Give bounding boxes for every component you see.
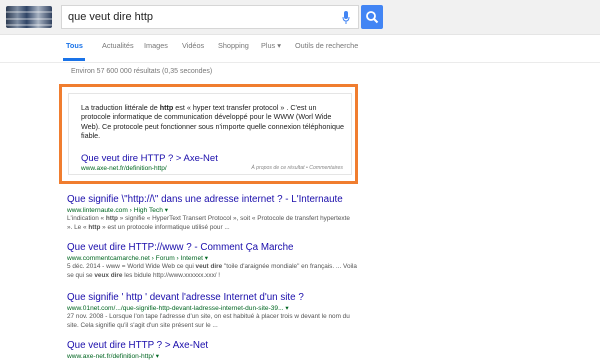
tab-news[interactable]: Actualités xyxy=(102,41,134,50)
search-tabs: Tous Actualités Images Vidéos Shopping P… xyxy=(0,34,600,63)
result-stats: Environ 57 600 000 résultats (0,35 secon… xyxy=(71,68,213,75)
result-title-link[interactable]: Que veut dire HTTP://www ? - Comment Ça … xyxy=(67,242,367,254)
result-url[interactable]: www.01net.com/.../que-signifie-http-deva… xyxy=(67,304,367,313)
active-tab-indicator xyxy=(63,58,85,61)
tab-images[interactable]: Images xyxy=(144,41,168,50)
tab-search-tools[interactable]: Outils de recherche xyxy=(295,41,358,50)
result-title-link[interactable]: Que signifie \"http://\" dans une adress… xyxy=(67,194,367,206)
tab-more[interactable]: Plus ▾ xyxy=(261,41,281,50)
tab-videos[interactable]: Vidéos xyxy=(182,41,204,50)
search-result: Que veut dire HTTP ? > Axe-Net www.axe-n… xyxy=(67,340,367,361)
microphone-icon[interactable] xyxy=(342,11,350,25)
result-url[interactable]: www.linternaute.com › High Tech ▾ xyxy=(67,206,367,215)
featured-snippet-text: La traduction littérale de http est « hy… xyxy=(81,103,344,141)
featured-snippet-url: www.axe-net.fr/definition-http/ xyxy=(81,165,167,172)
featured-snippet-footer[interactable]: À propos de ce résultat • Commentaires xyxy=(251,165,343,171)
result-title-link[interactable]: Que veut dire HTTP ? > Axe-Net xyxy=(67,340,367,352)
featured-snippet: La traduction littérale de http est « hy… xyxy=(68,93,352,175)
result-title-link[interactable]: Que signifie ' http ' devant l'adresse I… xyxy=(67,292,367,304)
result-description: 27 nov. 2008 - Lorsque l'on tape l'adres… xyxy=(67,313,350,329)
result-url[interactable]: www.commentcamarche.net › Forum › Intern… xyxy=(67,254,367,263)
featured-snippet-link[interactable]: Que veut dire HTTP ? > Axe-Net xyxy=(81,153,218,164)
result-description: L'indication « http » signifie « HyperTe… xyxy=(67,215,350,231)
result-description: 5 déc. 2014 - www = World Wide Web ce qu… xyxy=(67,263,357,279)
top-bar xyxy=(0,0,600,35)
search-result: Que veut dire HTTP://www ? - Comment Ça … xyxy=(67,242,367,280)
tab-all[interactable]: Tous xyxy=(66,41,83,50)
logo-image[interactable] xyxy=(6,6,52,28)
search-result: Que signifie \"http://\" dans une adress… xyxy=(67,194,367,232)
search-button[interactable] xyxy=(361,5,383,29)
search-result: Que signifie ' http ' devant l'adresse I… xyxy=(67,292,367,330)
result-url[interactable]: www.axe-net.fr/definition-http/ ▾ xyxy=(67,352,367,361)
search-box[interactable] xyxy=(61,5,359,29)
featured-snippet-highlight: La traduction littérale de http est « hy… xyxy=(59,84,358,184)
search-input[interactable] xyxy=(68,9,338,25)
tab-shopping[interactable]: Shopping xyxy=(218,41,249,50)
search-icon xyxy=(366,11,379,24)
